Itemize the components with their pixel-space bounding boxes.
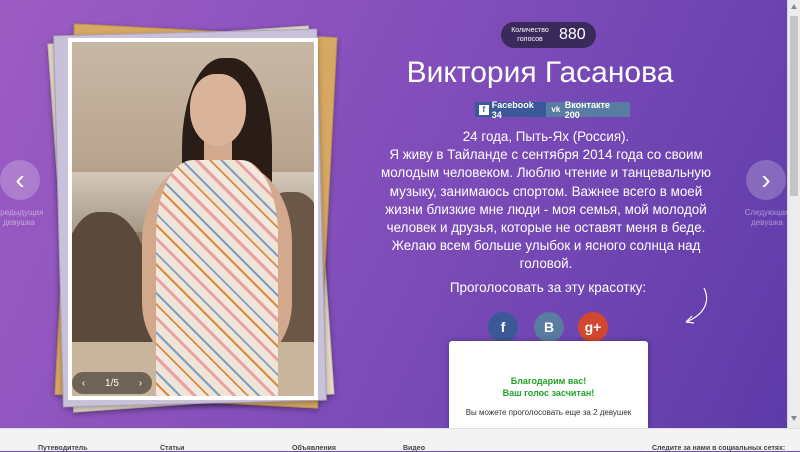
footer-link-guide[interactable]: Путеводитель (38, 445, 88, 452)
footer-link-ads[interactable]: Объявления (292, 445, 336, 452)
votes-count: 880 (559, 26, 586, 43)
footer-social-label: Следите за нами в социальных сетях: (652, 445, 786, 452)
next-girl-label: Следующая девушка (744, 208, 790, 227)
scrollbar-thumb[interactable] (790, 16, 798, 196)
photo-pager: ‹ 1/5 › (72, 372, 152, 394)
footer-link-articles[interactable]: Статьи (160, 445, 184, 452)
vkontakte-share-label: Вконтакте 200 (564, 99, 610, 120)
footer: Путеводитель Статьи Объявления Видео Сле… (0, 428, 800, 452)
facebook-share-button[interactable]: f Facebook 34 (475, 99, 549, 120)
vote-facebook-button[interactable]: f (488, 312, 518, 342)
scroll-up-icon[interactable] (791, 4, 797, 9)
vote-title: Проголосовать за эту красотку: (449, 280, 647, 295)
footer-link-video[interactable]: Видео (403, 445, 425, 452)
thanks-subtitle: Ваш голос засчитан! (502, 388, 595, 398)
vote-googleplus-button[interactable]: g+ (578, 312, 608, 342)
thanks-remaining: Вы можете проголосовать еще за 2 девушек (465, 408, 632, 417)
vk-icon: vk (551, 104, 561, 114)
facebook-icon: f (479, 104, 489, 115)
profile-name: Виктория Гасанова (406, 56, 674, 89)
google-plus-icon: g+ (584, 319, 602, 335)
thanks-title: Благодарим вас! (510, 376, 587, 386)
votes-counter: Количество голосов 880 (501, 22, 596, 48)
profile-bio: 24 года, Пыть-Ях (Россия). Я живу в Тайл… (372, 128, 720, 274)
prev-girl-button[interactable]: ‹ (0, 160, 40, 200)
profile-age-location: 24 года, Пыть-Ях (Россия). (462, 129, 630, 144)
chevron-right-icon: › (761, 164, 771, 195)
chevron-left-icon: ‹ (15, 164, 25, 195)
votes-label: Количество голосов (511, 27, 549, 43)
photo-prev-icon[interactable]: ‹ (82, 378, 85, 389)
profile-photo[interactable] (68, 38, 318, 400)
curved-arrow-icon (685, 287, 708, 324)
facebook-share-label: Facebook 34 (491, 99, 534, 120)
photo-counter: 1/5 (105, 377, 119, 389)
vkontakte-share-button[interactable]: vk Вконтакте 200 (546, 99, 630, 120)
photo-next-icon[interactable]: › (139, 378, 142, 389)
vk-icon: B (543, 319, 555, 335)
profile-bio-text: Я живу в Тайланде с сентября 2014 года с… (381, 147, 711, 272)
scroll-down-icon[interactable] (791, 416, 797, 421)
facebook-icon: f (500, 319, 506, 335)
next-girl-button[interactable]: › (746, 160, 786, 200)
prev-girl-label: Предыдущая девушка (0, 208, 44, 227)
vote-vkontakte-button[interactable]: B (534, 312, 564, 342)
